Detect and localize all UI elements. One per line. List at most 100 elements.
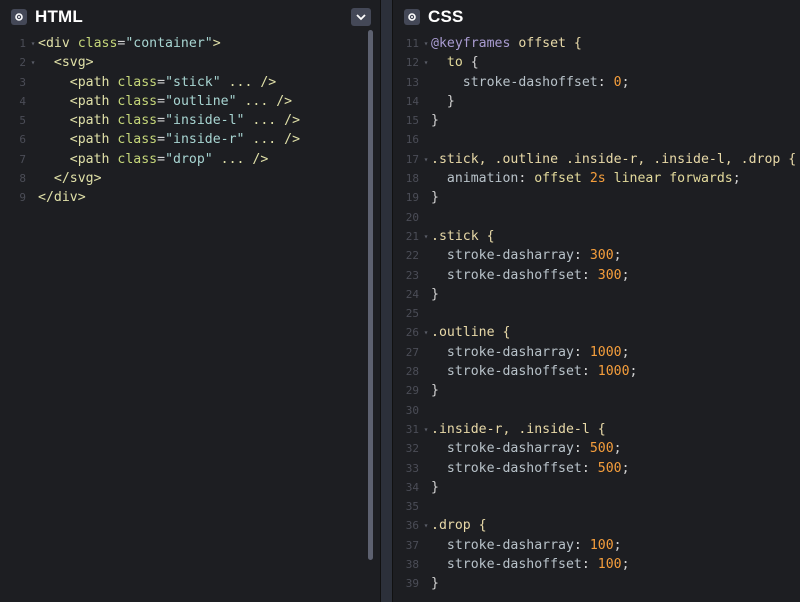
html-code-line[interactable]: 7 <path class="drop" ... /> <box>0 150 380 169</box>
line-number: 24 <box>405 287 419 301</box>
code-token: <svg> <box>38 55 94 71</box>
html-code-line[interactable]: 6 <path class="inside-r" ... /> <box>0 130 380 149</box>
code-token: <path <box>38 151 118 167</box>
fold-arrow-icon[interactable]: ▾ <box>421 53 431 72</box>
css-code-line[interactable]: 19} <box>393 188 800 207</box>
css-code-line[interactable]: 22 stroke-dasharray: 300; <box>393 246 800 265</box>
code-token: <path <box>38 132 118 148</box>
line-number: 25 <box>405 307 419 321</box>
css-code-line[interactable]: 29} <box>393 381 800 400</box>
code-token: ; <box>613 441 622 457</box>
fold-gutter <box>421 343 431 362</box>
line-number: 7 <box>19 152 26 166</box>
html-code-line[interactable]: 1 ▾ <div class="container"> <box>0 34 380 53</box>
html-code-line[interactable]: 5 <path class="inside-l" ... /> <box>0 111 380 130</box>
code-token: ; <box>621 74 630 90</box>
code-token: stroke-dasharray <box>431 248 574 264</box>
code-token: > <box>212 36 221 51</box>
fold-gutter <box>28 73 38 92</box>
code-text: } <box>431 381 439 400</box>
code-token: ... /> <box>212 151 269 167</box>
html-code-line[interactable]: 3 <path class="stick" ... /> <box>0 73 380 92</box>
code-text: animation: offset 2s linear forwards; <box>431 169 741 188</box>
code-token: <path <box>38 113 118 129</box>
fold-arrow-icon[interactable]: ▾ <box>421 227 431 246</box>
pane-resize-handle[interactable] <box>380 0 393 602</box>
code-token: : <box>581 557 598 573</box>
line-number: 27 <box>405 345 419 359</box>
line-number: 35 <box>405 500 419 514</box>
fold-arrow-icon[interactable]: ▾ <box>28 53 38 72</box>
css-code-line[interactable]: 30 <box>393 401 800 420</box>
html-code-line[interactable]: 9 </div> <box>0 188 380 207</box>
fold-gutter <box>28 92 38 111</box>
html-editor-scrollbar[interactable] <box>368 30 373 560</box>
code-token: to <box>431 55 463 71</box>
line-number: 38 <box>405 558 419 572</box>
css-code-line[interactable]: 39} <box>393 574 800 593</box>
code-token: stroke-dashoffset <box>431 267 582 283</box>
css-code-line[interactable]: 13 stroke-dashoffset: 0; <box>393 73 800 92</box>
css-code-line[interactable]: 12 ▾ to { <box>393 53 800 72</box>
css-code-line[interactable]: 32 stroke-dasharray: 500; <box>393 439 800 458</box>
css-code-line[interactable]: 17 ▾ .stick, .outline .inside-r, .inside-l… <box>393 150 800 169</box>
css-code-line[interactable]: 16 <box>393 130 800 149</box>
css-code-line[interactable]: 36 ▾ .drop { <box>393 516 800 535</box>
fold-arrow-icon[interactable]: ▾ <box>421 420 431 439</box>
fold-arrow-icon[interactable]: ▾ <box>421 150 431 169</box>
fold-gutter <box>28 130 38 149</box>
fold-arrow-icon[interactable]: ▾ <box>421 323 431 342</box>
css-code-line[interactable]: 26 ▾ .outline { <box>393 323 800 342</box>
fold-gutter <box>28 111 38 130</box>
css-code-line[interactable]: 11 ▾ @keyframes offset { <box>393 34 800 53</box>
code-text: stroke-dashoffset: 300; <box>431 266 630 285</box>
css-code-line[interactable]: 31 ▾ .inside-r, .inside-l { <box>393 420 800 439</box>
css-code-line[interactable]: 27 stroke-dasharray: 1000; <box>393 343 800 362</box>
code-token: : <box>573 248 590 264</box>
css-code-line[interactable]: 18 animation: offset 2s linear forwards; <box>393 169 800 188</box>
code-token: "inside-l" <box>165 113 245 129</box>
fold-arrow-icon[interactable]: ▾ <box>421 516 431 535</box>
code-text: <div class="container"> <box>38 34 221 53</box>
html-code-line[interactable]: 4 <path class="outline" ... /> <box>0 92 380 111</box>
css-code-line[interactable]: 34} <box>393 478 800 497</box>
code-token: } <box>431 113 439 129</box>
gear-icon[interactable] <box>11 9 27 25</box>
css-code-line[interactable]: 28 stroke-dashoffset: 1000; <box>393 362 800 381</box>
gear-icon[interactable] <box>404 9 420 25</box>
css-code-line[interactable]: 35 <box>393 497 800 516</box>
fold-gutter <box>421 439 431 458</box>
html-code-editor[interactable]: 1 ▾ <div class="container"> 2 ▾ <svg> 3 <path… <box>0 34 380 602</box>
css-code-line[interactable]: 21 ▾ .stick { <box>393 227 800 246</box>
css-code-line[interactable]: 25 <box>393 304 800 323</box>
line-number: 16 <box>405 133 419 147</box>
fold-arrow-icon[interactable]: ▾ <box>421 34 431 53</box>
code-token: offset <box>534 171 590 187</box>
chevron-down-icon[interactable] <box>351 8 371 26</box>
css-code-line[interactable]: 38 stroke-dashoffset: 100; <box>393 555 800 574</box>
code-text: .drop { <box>431 516 487 535</box>
code-token: } <box>431 190 439 206</box>
css-code-line[interactable]: 24} <box>393 285 800 304</box>
code-token: <path <box>38 74 118 90</box>
css-code-editor[interactable]: 11 ▾ @keyframes offset {12 ▾ to {13 stroke-… <box>393 34 800 602</box>
css-code-line[interactable]: 20 <box>393 208 800 227</box>
css-code-line[interactable]: 15} <box>393 111 800 130</box>
line-number: 9 <box>19 191 26 205</box>
fold-arrow-icon[interactable]: ▾ <box>28 34 38 53</box>
code-token: class <box>117 93 158 109</box>
css-code-line[interactable]: 14 } <box>393 92 800 111</box>
html-code-line[interactable]: 8 </svg> <box>0 169 380 188</box>
fold-gutter <box>421 381 431 400</box>
code-text: stroke-dashoffset: 100; <box>431 555 630 574</box>
css-code-line[interactable]: 37 stroke-dasharray: 100; <box>393 536 800 555</box>
css-code-line[interactable]: 33 stroke-dashoffset: 500; <box>393 459 800 478</box>
line-number: 15 <box>405 114 419 128</box>
code-token: ; <box>629 364 638 380</box>
code-token: ; <box>621 267 630 283</box>
code-token: linear forwards <box>605 171 733 187</box>
code-token: = <box>157 113 166 129</box>
css-code-line[interactable]: 23 stroke-dashoffset: 300; <box>393 266 800 285</box>
html-code-line[interactable]: 2 ▾ <svg> <box>0 53 380 72</box>
fold-gutter <box>421 111 431 130</box>
